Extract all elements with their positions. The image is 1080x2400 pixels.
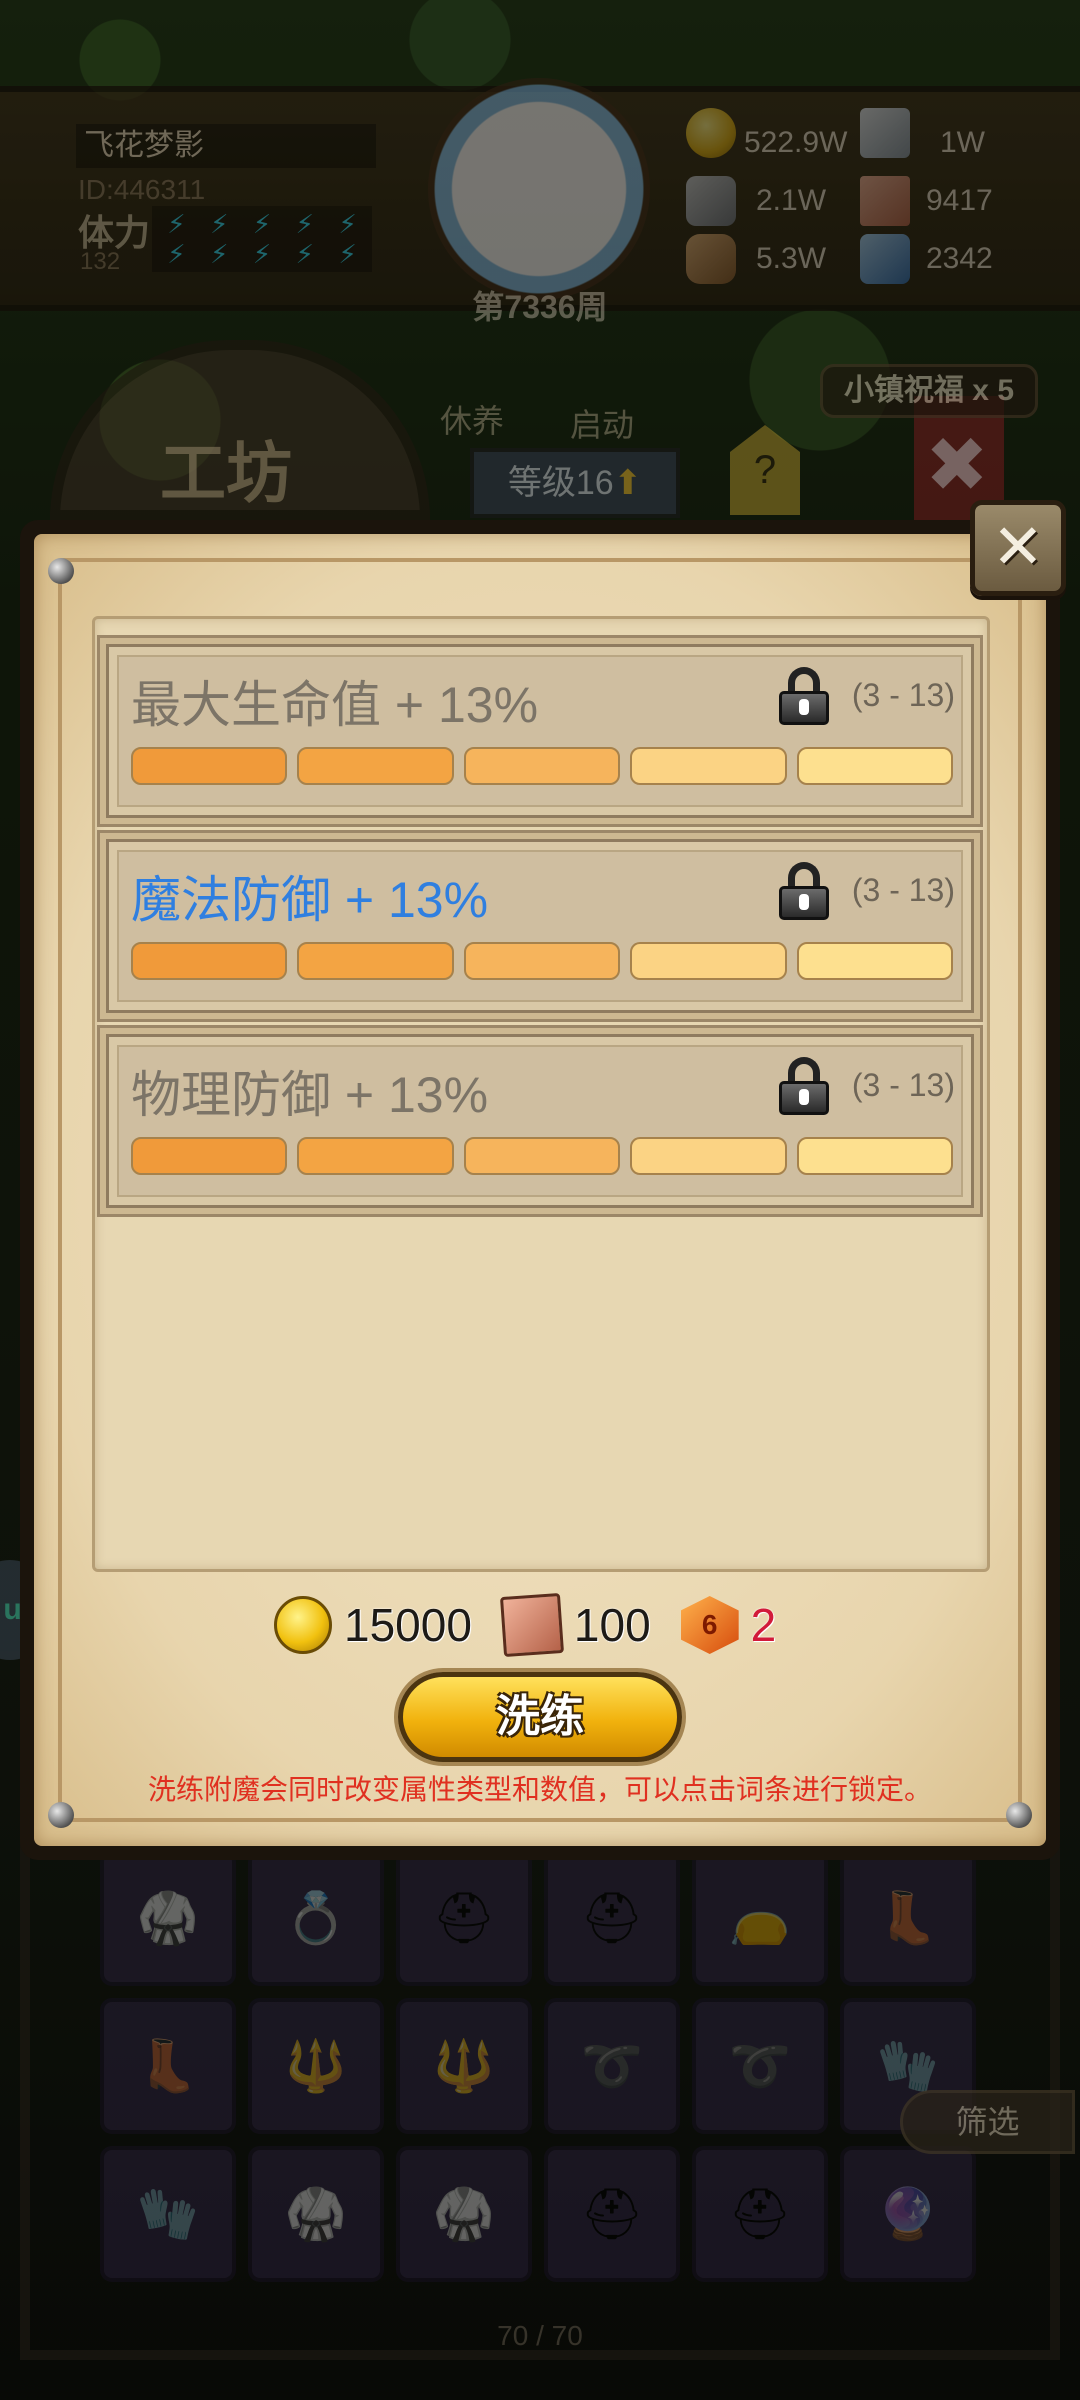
gold-coin-icon: [274, 1596, 332, 1654]
lock-icon[interactable]: [779, 1057, 829, 1115]
affix-text-selected: 魔法防御 + 13%: [131, 872, 489, 928]
gold-cost: 15000: [344, 1599, 472, 1651]
close-button[interactable]: ✕: [970, 500, 1066, 596]
affix-range: (3 - 13): [851, 1067, 955, 1103]
refine-cost: 15000 100 6 2: [274, 1590, 834, 1660]
level-bar-segment: [463, 942, 621, 980]
level-bar-segment: [630, 747, 787, 785]
affix-text: 最大生命值 + 13%: [131, 677, 539, 733]
refine-hint: 洗练附魔会同时改变属性类型和数值，可以点击词条进行锁定。: [147, 1774, 932, 1805]
gem-digit: 6: [701, 1609, 718, 1640]
affix-range: (3 - 13): [851, 872, 955, 908]
affix-level-bars: [131, 747, 954, 785]
level-bar-segment: [131, 1137, 288, 1175]
gem-cost: 2: [750, 1599, 777, 1651]
level-bar-segment: [630, 942, 787, 980]
affix-text: 物理防御 + 13%: [131, 1067, 489, 1123]
level-bar-segment: [463, 1137, 621, 1175]
affix-row[interactable]: 物理防御 + 13% (3 - 13): [106, 1034, 974, 1208]
rivet-icon: [48, 558, 74, 584]
affix-row[interactable]: 最大生命值 + 13% (3 - 13): [106, 644, 974, 818]
level-bar-segment: [630, 1137, 787, 1175]
refine-button[interactable]: 洗练: [398, 1672, 682, 1762]
affix-level-bars: [131, 942, 954, 980]
level-bar-segment: [131, 942, 288, 980]
level-bar-segment: [297, 747, 454, 785]
level-bar-segment: [796, 747, 954, 785]
dice-gem-icon: 6: [680, 1596, 739, 1654]
affix-level-bars: [131, 1137, 954, 1175]
lock-icon[interactable]: [779, 862, 829, 920]
scroll-cost: 100: [573, 1599, 651, 1651]
lock-icon[interactable]: [779, 667, 829, 725]
close-icon: ✕: [992, 513, 1044, 582]
level-bar-segment: [796, 1137, 954, 1175]
level-bar-segment: [131, 747, 288, 785]
affix-row[interactable]: 魔法防御 + 13% (3 - 13): [106, 839, 974, 1013]
affix-range: (3 - 13): [851, 677, 955, 713]
level-bar-segment: [297, 1137, 454, 1175]
level-bar-segment: [297, 942, 454, 980]
enchant-scroll-icon: [499, 1592, 564, 1658]
level-bar-segment: [796, 942, 954, 980]
level-bar-segment: [463, 747, 621, 785]
